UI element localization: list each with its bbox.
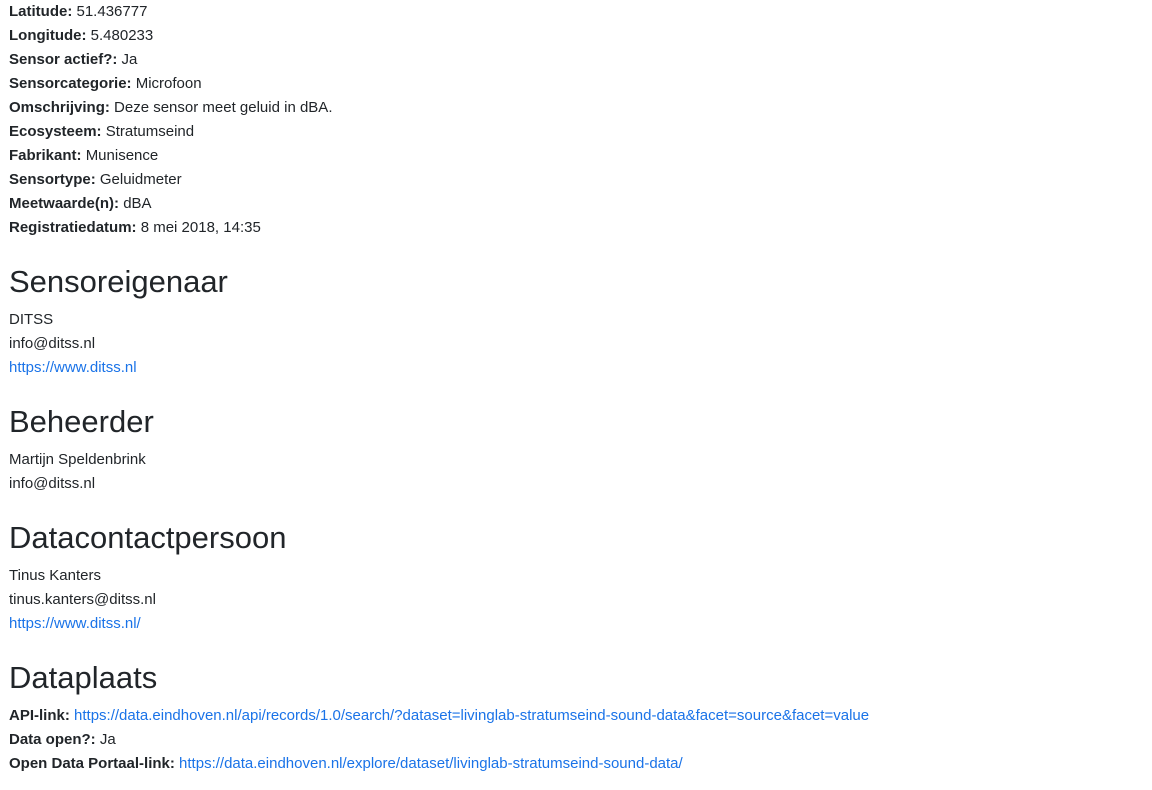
detail-label: Sensortype: [9,171,96,188]
sensor-detail-page: Latitude: 51.436777 Longitude: 5.480233 … [9,0,1144,776]
manager-email: info@ditss.nl [9,475,96,492]
owner-name: DITSS [9,311,54,328]
detail-sensor-type: Sensortype: Geluidmeter [9,168,1144,192]
portal-link-label: Open Data Portaal-link: [9,755,175,772]
data-contact-heading: Datacontactpersoon [9,520,287,555]
detail-label: Registratiedatum: [9,219,137,236]
portal-link[interactable]: https://data.eindhoven.nl/explore/datase… [179,755,683,772]
detail-registration-date: Registratiedatum: 8 mei 2018, 14:35 [9,216,1144,240]
manager-name: Martijn Speldenbrink [9,451,146,468]
detail-label: Omschrijving: [9,99,110,116]
detail-label: Ecosysteem: [9,123,102,140]
owner-section: Sensoreigenaar DITSS info@ditss.nl https… [9,240,1144,380]
detail-label: Sensor actief?: [9,51,118,68]
detail-value: Geluidmeter [99,171,182,188]
manager-heading: Beheerder [9,404,154,439]
detail-label: Sensorcategorie: [9,75,132,92]
detail-label: Fabrikant: [9,147,82,164]
detail-description: Omschrijving: Deze sensor meet geluid in… [9,96,1144,120]
data-open-label: Data open?: [9,731,96,748]
detail-value: Munisence [85,147,159,164]
api-link-row: API-link: https://data.eindhoven.nl/api/… [9,704,1144,728]
data-open-row: Data open?: Ja [9,728,1144,752]
detail-label: Longitude: [9,27,87,44]
detail-value: Deze sensor meet geluid in dBA. [114,99,333,116]
detail-latitude: Latitude: 51.436777 [9,0,1144,24]
data-contact-section: Datacontactpersoon Tinus Kanters tinus.k… [9,496,1144,636]
data-location-section: Dataplaats API-link: https://data.eindho… [9,636,1144,776]
detail-value: 8 mei 2018, 14:35 [140,219,261,236]
owner-website-link[interactable]: https://www.ditss.nl [9,359,137,376]
detail-measurement: Meetwaarde(n): dBA [9,192,1144,216]
data-contact-website-link[interactable]: https://www.ditss.nl/ [9,615,141,632]
data-location-heading: Dataplaats [9,660,158,695]
detail-ecosystem: Ecosysteem: Stratumseind [9,120,1144,144]
data-contact-name: Tinus Kanters [9,567,101,584]
api-link-label: API-link: [9,707,70,724]
manager-section: Beheerder Martijn Speldenbrink info@dits… [9,380,1144,496]
detail-value: 51.436777 [76,3,148,20]
detail-value: Ja [121,51,138,68]
detail-sensor-category: Sensorcategorie: Microfoon [9,72,1144,96]
data-open-value: Ja [99,731,116,748]
detail-label: Latitude: [9,3,73,20]
detail-longitude: Longitude: 5.480233 [9,24,1144,48]
owner-email: info@ditss.nl [9,335,96,352]
data-contact-email: tinus.kanters@ditss.nl [9,591,156,608]
sensor-details-list: Latitude: 51.436777 Longitude: 5.480233 … [9,0,1144,240]
detail-value: 5.480233 [90,27,154,44]
detail-sensor-active: Sensor actief?: Ja [9,48,1144,72]
detail-value: Stratumseind [105,123,195,140]
detail-label: Meetwaarde(n): [9,195,120,212]
api-link[interactable]: https://data.eindhoven.nl/api/records/1.… [74,707,869,724]
owner-heading: Sensoreigenaar [9,264,228,299]
detail-manufacturer: Fabrikant: Munisence [9,144,1144,168]
detail-value: Microfoon [135,75,202,92]
detail-value: dBA [123,195,152,212]
portal-link-row: Open Data Portaal-link: https://data.ein… [9,752,1144,776]
